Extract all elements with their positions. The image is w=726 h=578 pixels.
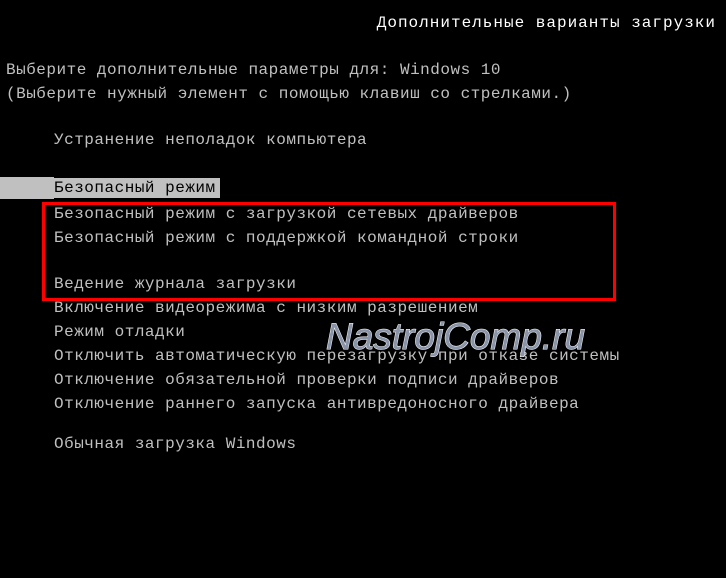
option-safe-mode-label: Безопасный режим	[54, 178, 220, 198]
selection-highlight	[0, 177, 54, 199]
option-repair[interactable]: Устранение неполадок компьютера	[0, 128, 726, 152]
option-boot-logging[interactable]: Ведение журнала загрузки	[0, 272, 726, 296]
prompt-prefix: Выберите дополнительные параметры для:	[6, 61, 400, 79]
prompt-line: Выберите дополнительные параметры для: W…	[0, 58, 726, 82]
option-disable-auto-restart[interactable]: Отключить автоматическую перезагрузку пр…	[0, 344, 726, 368]
option-low-res-video[interactable]: Включение видеорежима с низким разрешени…	[0, 296, 726, 320]
hint-line: (Выберите нужный элемент с помощью клави…	[0, 82, 726, 106]
option-safe-mode[interactable]: Безопасный режим	[0, 174, 726, 202]
os-name: Windows 10	[400, 61, 501, 79]
option-debug-mode[interactable]: Режим отладки	[0, 320, 726, 344]
option-normal-boot[interactable]: Обычная загрузка Windows	[0, 432, 726, 456]
option-disable-elam[interactable]: Отключение раннего запуска антивредоносн…	[0, 392, 726, 416]
option-disable-driver-sig[interactable]: Отключение обязательной проверки подписи…	[0, 368, 726, 392]
option-safe-mode-networking[interactable]: Безопасный режим с загрузкой сетевых дра…	[0, 202, 726, 226]
option-safe-mode-cmd[interactable]: Безопасный режим с поддержкой командной …	[0, 226, 726, 250]
page-title: Дополнительные варианты загрузки	[0, 0, 726, 32]
boot-menu: Выберите дополнительные параметры для: W…	[0, 32, 726, 456]
